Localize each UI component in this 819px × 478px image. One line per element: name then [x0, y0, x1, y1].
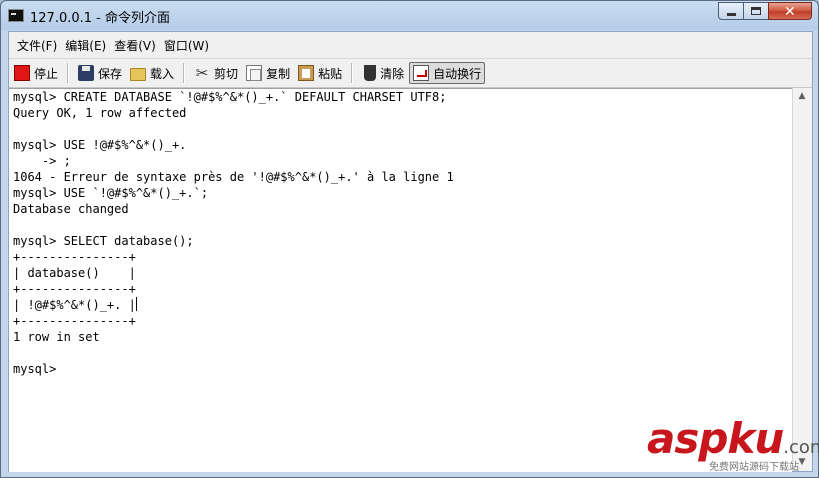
- paste-icon: [298, 65, 315, 81]
- stop-button[interactable]: 停止: [11, 62, 61, 84]
- minimize-button[interactable]: [718, 2, 744, 20]
- console-line: | database() |: [9, 265, 792, 281]
- console-line-text: mysql> CREATE DATABASE `!@#$%^&*()_+.` D…: [13, 90, 447, 104]
- console-line: Database changed: [9, 201, 792, 217]
- console-line: mysql> USE !@#$%^&*()_+.: [9, 137, 792, 153]
- cut-button[interactable]: ✂ 剪切: [191, 62, 241, 84]
- save-icon: [78, 65, 95, 81]
- console-line: 1 row in set: [9, 329, 792, 345]
- console-line-text: mysql>: [13, 362, 57, 376]
- terminal-icon: [8, 9, 24, 22]
- word-wrap-toggle[interactable]: 自动换行: [409, 62, 486, 84]
- console-line-text: mysql> USE `!@#$%^&*()_+.`;: [13, 186, 209, 200]
- paste-label: 粘贴: [318, 66, 343, 81]
- save-label: 保存: [98, 66, 123, 81]
- menu-bar: 文件(F) 编辑(E) 查看(V) 窗口(W): [9, 32, 812, 58]
- clear-label: 清除: [380, 66, 405, 81]
- stop-icon: [14, 65, 30, 81]
- vertical-scrollbar[interactable]: ▲ ▼: [792, 88, 811, 471]
- folder-icon: [130, 67, 147, 81]
- console-line-text: mysql> USE !@#$%^&*()_+.: [13, 138, 187, 152]
- console-line-text: Query OK, 1 row affected: [13, 106, 187, 120]
- paste-button[interactable]: 粘贴: [295, 62, 345, 84]
- minimize-icon: [727, 13, 736, 16]
- menu-window[interactable]: 窗口(W): [160, 37, 213, 54]
- console-line-text: +---------------+: [13, 314, 136, 328]
- text-cursor: [135, 297, 137, 311]
- console-line-text: Database changed: [13, 202, 129, 216]
- cut-label: 剪切: [214, 66, 239, 81]
- console-line: Query OK, 1 row affected: [9, 105, 792, 121]
- stop-label: 停止: [34, 66, 59, 81]
- toolbar-separator: [183, 63, 186, 83]
- title-bar[interactable]: 127.0.0.1 - 命令列介面 ✕: [1, 1, 818, 31]
- console-line-text: +---------------+: [13, 250, 136, 264]
- caption-buttons: ✕: [718, 2, 812, 22]
- maximize-icon: [751, 7, 761, 15]
- console-line-text: 1 row in set: [13, 330, 100, 344]
- trash-icon: [364, 65, 377, 81]
- console-line: -> ;: [9, 153, 792, 169]
- watermark-brand: aspku: [647, 414, 784, 463]
- save-button[interactable]: 保存: [75, 62, 125, 84]
- toolbar-separator: [351, 63, 354, 83]
- window-title: 127.0.0.1 - 命令列介面: [30, 11, 170, 26]
- menu-file[interactable]: 文件(F): [13, 37, 61, 54]
- load-button[interactable]: 载入: [127, 62, 177, 84]
- close-icon: ✕: [784, 4, 796, 20]
- app-window: 127.0.0.1 - 命令列介面 ✕ 文件(F) 编辑(E) 查看(V) 窗口…: [0, 0, 819, 478]
- console-line: mysql> USE `!@#$%^&*()_+.`;: [9, 185, 792, 201]
- copy-label: 复制: [266, 66, 291, 81]
- console-line-text: | !@#$%^&*()_+. |: [13, 298, 136, 312]
- console-line: | !@#$%^&*()_+. |: [9, 297, 792, 313]
- copy-button[interactable]: 复制: [243, 62, 293, 84]
- console-line-text: +---------------+: [13, 282, 136, 296]
- word-wrap-icon: [413, 65, 430, 81]
- watermark-subtitle: 免费网站源码下载站: [709, 462, 799, 473]
- scissors-icon: ✂: [195, 64, 209, 82]
- copy-icon: [246, 65, 263, 81]
- console-line: +---------------+: [9, 249, 792, 265]
- console-line: +---------------+: [9, 313, 792, 329]
- toolbar-separator: [67, 63, 70, 83]
- maximize-button[interactable]: [743, 2, 769, 20]
- console-line: mysql> CREATE DATABASE `!@#$%^&*()_+.` D…: [9, 89, 792, 105]
- site-watermark: aspku.com 免费网站源码下载站: [647, 418, 819, 476]
- menu-edit[interactable]: 编辑(E): [61, 37, 110, 54]
- console-line: 1064 - Erreur de syntaxe près de '!@#$%^…: [9, 169, 792, 185]
- console-line: mysql> SELECT database();: [9, 233, 792, 249]
- console-line-text: -> ;: [13, 154, 71, 168]
- clear-button[interactable]: 清除: [359, 62, 407, 84]
- close-button[interactable]: ✕: [768, 2, 812, 20]
- console-line-text: | database() |: [13, 266, 136, 280]
- menu-view[interactable]: 查看(V): [110, 37, 160, 54]
- console-line: mysql>: [9, 361, 792, 377]
- console-line-text: 1064 - Erreur de syntaxe près de '!@#$%^…: [13, 170, 454, 184]
- watermark-suffix: .com: [783, 437, 819, 458]
- word-wrap-label: 自动换行: [433, 66, 482, 81]
- client-area: 文件(F) 编辑(E) 查看(V) 窗口(W) 停止 保存 载入 ✂ 剪切 复制…: [8, 31, 813, 472]
- load-label: 载入: [150, 66, 175, 81]
- scroll-up-arrow-icon[interactable]: ▲: [793, 88, 811, 105]
- console-line: +---------------+: [9, 281, 792, 297]
- console-line-text: mysql> SELECT database();: [13, 234, 194, 248]
- toolbar: 停止 保存 载入 ✂ 剪切 复制 粘贴 清除 自动换行: [9, 58, 812, 88]
